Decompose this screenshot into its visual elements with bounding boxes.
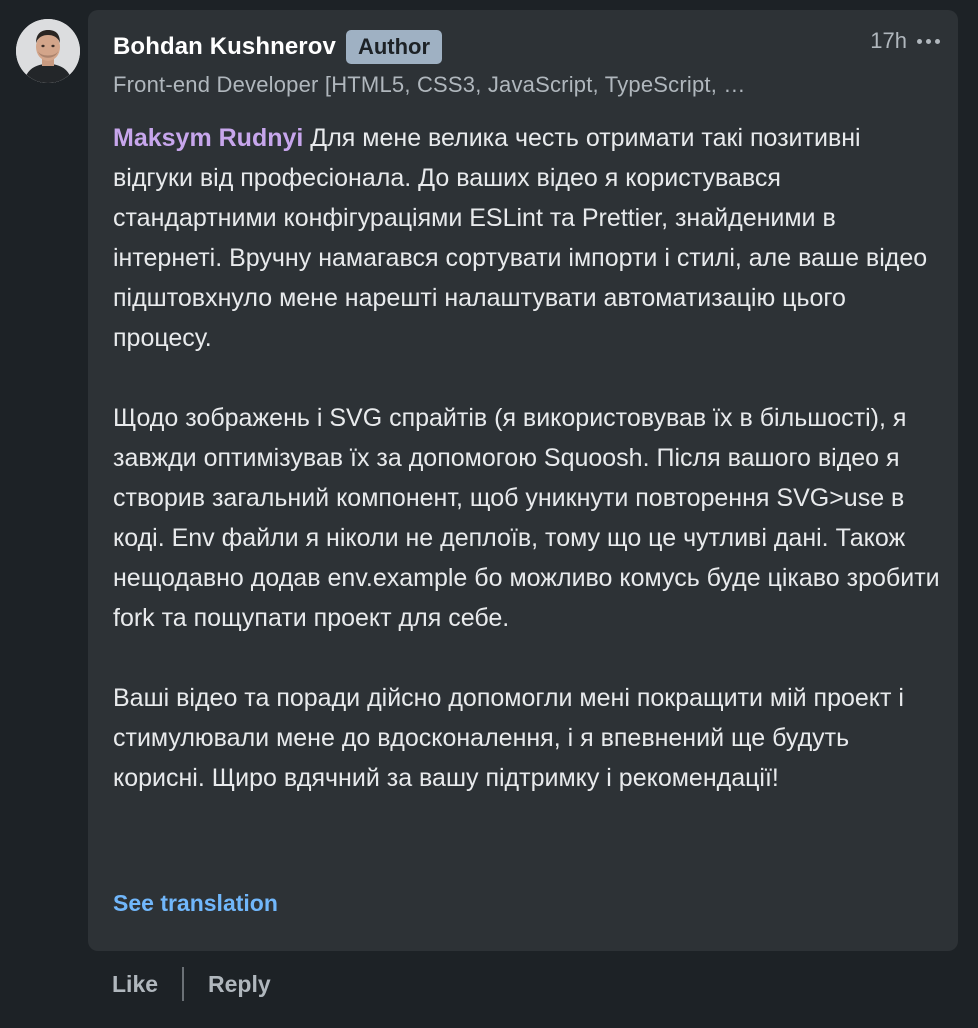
action-divider xyxy=(182,967,185,1001)
profile-photo-icon xyxy=(16,19,80,83)
avatar[interactable] xyxy=(16,19,80,83)
reply-button[interactable]: Reply xyxy=(208,971,271,998)
comment-bubble: Bohdan Kushnerov Author 17h Front-end De… xyxy=(88,10,958,951)
comment-paragraph: Щодо зображень і SVG спрайтів (я викорис… xyxy=(113,404,940,632)
comment-paragraph: Ваші відео та поради дійсно допомогли ме… xyxy=(113,684,904,792)
author-row: Bohdan Kushnerov Author xyxy=(113,30,443,64)
comment-body: Maksym Rudnyi Для мене велика честь отри… xyxy=(113,118,943,798)
author-name[interactable]: Bohdan Kushnerov xyxy=(113,33,336,61)
author-headline: Front-end Developer [HTML5, CSS3, JavaSc… xyxy=(113,72,746,97)
comment-paragraph: Maksym Rudnyi Для мене велика честь отри… xyxy=(113,118,943,358)
comment-thread: Bohdan Kushnerov Author 17h Front-end De… xyxy=(0,0,978,1028)
paragraph-text: Для мене велика честь отримати такі пози… xyxy=(113,124,928,352)
like-button[interactable]: Like xyxy=(112,971,158,998)
comment-actions: Like Reply xyxy=(112,966,271,1002)
mention-link[interactable]: Maksym Rudnyi xyxy=(113,124,303,152)
comment-meta: 17h xyxy=(870,28,940,54)
author-badge: Author xyxy=(345,30,443,64)
timestamp: 17h xyxy=(870,28,907,53)
see-translation-link[interactable]: See translation xyxy=(113,890,278,917)
more-horizontal-icon[interactable] xyxy=(917,38,940,44)
